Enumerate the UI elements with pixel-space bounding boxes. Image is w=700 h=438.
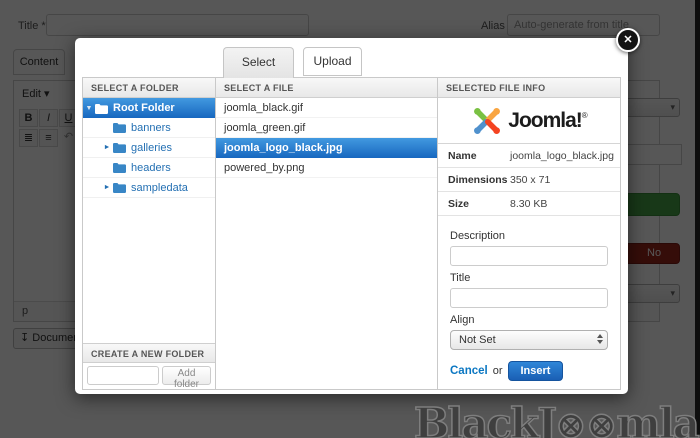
insert-options-form: Description Title Align Not Set Cancel o…: [438, 216, 620, 381]
folder-item-root-folder[interactable]: ▼ Root Folder: [83, 98, 215, 118]
modal-panels: SELECT A FOLDER ▼ Root Folder: [82, 77, 621, 390]
folder-panel-header: SELECT A FOLDER: [83, 78, 215, 98]
create-folder-row: Add folder: [83, 363, 215, 389]
expander-collapsed-icon[interactable]: ►: [101, 144, 113, 151]
file-item-joomla-black-gif[interactable]: joomla_black.gif: [216, 98, 437, 118]
new-folder-input[interactable]: [87, 366, 159, 385]
insert-button[interactable]: Insert: [508, 361, 564, 381]
file-panel: SELECT A FILE joomla_black.gif joomla_gr…: [216, 78, 438, 389]
image-title-label: Title: [450, 272, 608, 284]
blackjoomla-watermark: BlackJ⊗⊗mla: [414, 403, 698, 438]
description-label: Description: [450, 230, 608, 242]
folder-item-galleries[interactable]: ► galleries: [83, 138, 215, 158]
tab-upload[interactable]: Upload: [303, 47, 362, 76]
description-input[interactable]: [450, 246, 608, 266]
align-label: Align: [450, 314, 608, 326]
joomla-logo-icon: [471, 105, 503, 137]
expander-expanded-icon[interactable]: ▼: [83, 105, 95, 112]
folder-item-headers[interactable]: headers: [83, 158, 215, 178]
info-row-name: Name joomla_logo_black.jpg: [438, 144, 620, 168]
file-panel-header: SELECT A FILE: [216, 78, 437, 98]
tab-select[interactable]: Select: [223, 47, 294, 78]
expander-collapsed-icon[interactable]: ►: [101, 184, 113, 191]
registered-mark: ®: [582, 111, 587, 120]
close-icon: ✕: [623, 34, 632, 46]
joomla-logo-text: Joomla!®: [508, 109, 586, 133]
info-row-dimensions: Dimensions 350 x 71: [438, 168, 620, 192]
select-stepper-icon: [597, 334, 603, 344]
joomla-o-icon: ⊗: [586, 403, 617, 438]
selected-file-info-panel: SELECTED FILE INFO: [438, 78, 620, 389]
info-panel-header: SELECTED FILE INFO: [438, 78, 620, 98]
close-button[interactable]: ✕: [616, 28, 640, 52]
folder-panel: SELECT A FOLDER ▼ Root Folder: [83, 78, 216, 389]
or-text: or: [493, 365, 503, 377]
screen: Title * Alias Content Edit ▾ B I U ≣ ≡ ↶…: [0, 0, 700, 438]
folder-tree: ▼ Root Folder banners ►: [83, 98, 215, 343]
file-item-powered-by-png[interactable]: powered_by.png: [216, 158, 437, 178]
info-row-size: Size 8.30 KB: [438, 192, 620, 216]
media-select-modal: Select Upload SELECT A FOLDER ▼ Root Fol…: [75, 38, 628, 394]
modal-actions: Cancel or Insert: [450, 361, 608, 381]
cancel-link[interactable]: Cancel: [450, 365, 488, 377]
folder-item-sampledata[interactable]: ► sampledata: [83, 178, 215, 198]
file-item-joomla-logo-black-jpg[interactable]: joomla_logo_black.jpg: [216, 138, 437, 158]
folder-icon: [113, 162, 127, 173]
folder-icon: [113, 142, 127, 153]
file-preview: Joomla!®: [438, 98, 620, 144]
folder-icon: [113, 122, 127, 133]
folder-item-banners[interactable]: banners: [83, 118, 215, 138]
file-item-joomla-green-gif[interactable]: joomla_green.gif: [216, 118, 437, 138]
add-folder-button[interactable]: Add folder: [162, 366, 211, 385]
align-select[interactable]: Not Set: [450, 330, 608, 350]
create-folder-header: CREATE A NEW FOLDER: [83, 343, 215, 363]
folder-icon: [113, 182, 127, 193]
align-selected-value: Not Set: [459, 334, 496, 346]
joomla-o-icon: ⊗: [555, 403, 586, 438]
folder-open-icon: [95, 103, 109, 114]
image-title-input[interactable]: [450, 288, 608, 308]
